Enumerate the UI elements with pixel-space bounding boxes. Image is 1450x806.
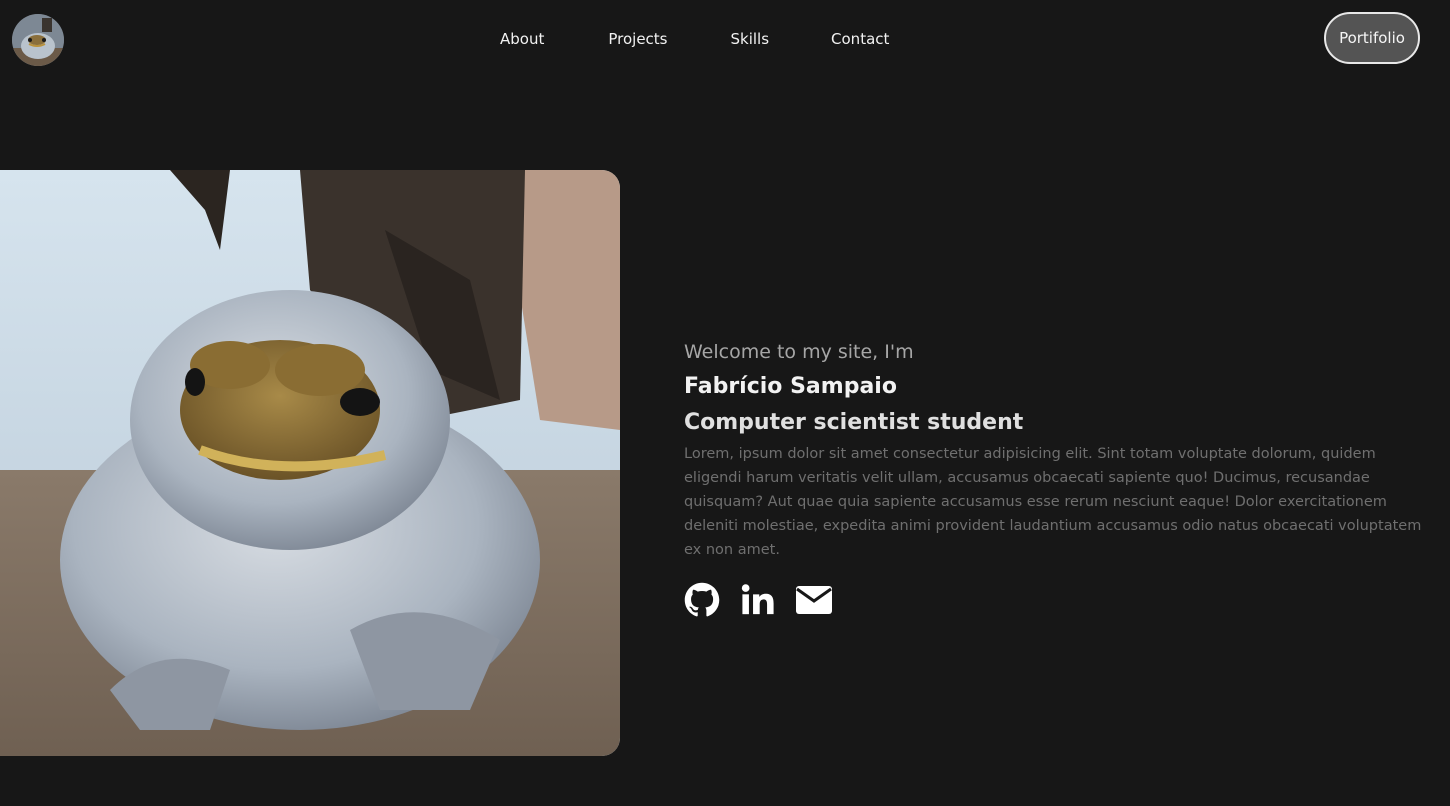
person-name: Fabrício Sampaio — [684, 374, 897, 399]
nav-link-about[interactable]: About — [500, 30, 544, 48]
toad-photo — [0, 170, 620, 756]
linkedin-icon — [741, 584, 774, 615]
envelope-icon — [796, 586, 832, 614]
nav-link-projects[interactable]: Projects — [608, 30, 667, 48]
linkedin-link[interactable] — [740, 582, 776, 618]
github-link[interactable] — [684, 582, 720, 618]
toad-avatar-image — [12, 14, 64, 66]
avatar[interactable] — [12, 14, 64, 66]
email-link[interactable] — [796, 582, 832, 618]
nav-link-contact[interactable]: Contact — [831, 30, 889, 48]
intro: Welcome to my site, I'm Fabrício Sampaio… — [684, 340, 1434, 618]
bio-text: Lorem, ipsum dolor sit amet consectetur … — [684, 446, 1422, 558]
main-nav: About Projects Skills Contact — [500, 28, 889, 50]
social-links — [684, 582, 1434, 618]
role-title: Computer scientist student — [684, 410, 1024, 435]
navbar: About Projects Skills Contact Portifolio — [0, 0, 1450, 76]
hero-image — [0, 170, 620, 756]
portfolio-button[interactable]: Portifolio — [1324, 12, 1420, 64]
welcome-text: Welcome to my site, I'm — [684, 341, 914, 363]
github-icon — [684, 582, 720, 617]
nav-link-skills[interactable]: Skills — [731, 30, 770, 48]
